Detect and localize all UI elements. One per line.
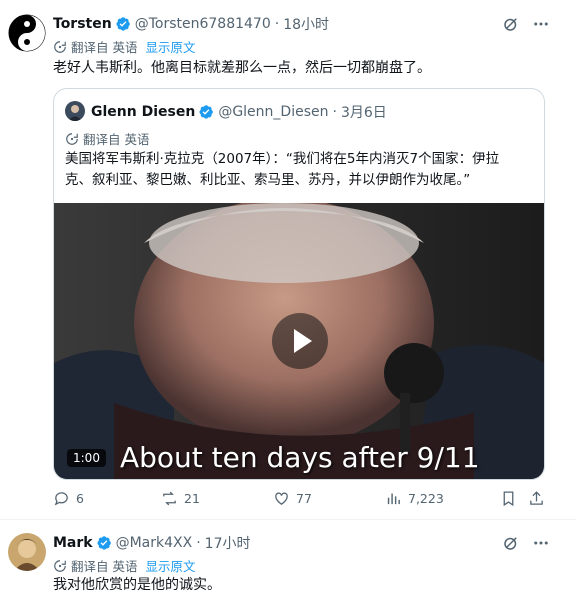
quote-text-line-2: 克、叙利亚、黎巴嫩、利比亚、索马里、苏丹，并以伊朗作为收尾。”: [65, 172, 471, 188]
tweet-time[interactable]: 18小时: [283, 14, 329, 34]
translation-info: 翻译自 英语 显示原文: [53, 556, 196, 575]
reply-icon: [54, 492, 68, 506]
share-button[interactable]: [528, 490, 551, 507]
views-icon: [387, 493, 400, 505]
video-duration: 1:00: [67, 449, 106, 467]
translated-from-label: 翻译自 英语: [71, 559, 138, 574]
more-icon[interactable]: [532, 534, 550, 552]
translated-from-label: 翻译自 英语: [83, 132, 150, 147]
more-icon[interactable]: [532, 15, 550, 33]
translate-icon: [66, 132, 78, 145]
verified-badge-icon[interactable]: [96, 535, 112, 551]
reply-button[interactable]: 6: [53, 490, 84, 507]
tweet-text: 老好人韦斯利。他离目标就差那么一点，然后一切都崩盘了。: [53, 60, 431, 76]
show-original-link[interactable]: 显示原文: [145, 556, 195, 575]
like-button[interactable]: 77: [273, 490, 312, 507]
separator-dot: ·: [274, 16, 280, 32]
yin-yang-avatar-image: [8, 14, 46, 52]
quote-author-handle: @Glenn_Diesen: [218, 104, 329, 120]
verified-badge-icon: [199, 105, 214, 119]
repost-icon: [163, 491, 176, 506]
author-handle[interactable]: @Torsten67881470: [135, 16, 271, 32]
views-button[interactable]: 7,223: [385, 490, 444, 507]
grok-icon[interactable]: [502, 534, 520, 552]
separator-dot: ·: [332, 104, 337, 120]
translate-icon: [54, 559, 66, 572]
translate-icon: [54, 40, 66, 53]
author-name[interactable]: Mark: [53, 535, 93, 551]
mark-avatar-image: [8, 533, 46, 571]
quote-translation-info: 翻译自 英语: [65, 129, 149, 148]
translated-from-label: 翻译自 英语: [71, 40, 138, 55]
repost-count: 21: [184, 491, 200, 506]
tweet[interactable]: Torsten @Torsten67881470 · 18小时 翻译自 英语 显…: [0, 0, 576, 520]
repost-button[interactable]: 21: [161, 490, 200, 507]
avatar[interactable]: [8, 533, 46, 571]
like-count: 77: [296, 491, 312, 506]
quote-author-name: Glenn Diesen: [91, 104, 196, 120]
quote-avatar-image: [65, 101, 85, 121]
grok-icon[interactable]: [502, 15, 520, 33]
quote-header: Glenn Diesen @Glenn_Diesen · 3月6日: [91, 102, 387, 122]
quote-avatar: [65, 101, 85, 121]
play-icon: [294, 329, 312, 353]
tweet-time[interactable]: 17小时: [205, 533, 251, 553]
like-icon: [275, 492, 288, 505]
avatar[interactable]: [8, 14, 46, 52]
share-icon: [530, 491, 543, 505]
tweet-text: 我对他欣赏的是他的诚实。: [53, 577, 221, 593]
views-count: 7,223: [408, 491, 444, 506]
tweet-header: Torsten @Torsten67881470 · 18小时: [53, 14, 329, 34]
reply-count: 6: [76, 491, 84, 506]
video-player[interactable]: 1:00 About ten days after 9/11: [54, 203, 544, 479]
author-handle[interactable]: @Mark4XX: [116, 535, 193, 551]
video-caption: About ten days after 9/11: [120, 441, 480, 474]
tweet-header: Mark @Mark4XX · 17小时: [53, 533, 251, 553]
tweet-actions: 6 21 77 7,223: [53, 490, 553, 510]
author-name[interactable]: Torsten: [53, 16, 112, 32]
quote-time: 3月6日: [340, 105, 387, 121]
quote-text-line-1: 美国将军韦斯利·克拉克（2007年）：“我们将在5年内消灭7个国家：伊拉: [65, 151, 500, 167]
quoted-tweet[interactable]: Glenn Diesen @Glenn_Diesen · 3月6日 翻译自 英语…: [53, 88, 545, 480]
bookmark-button[interactable]: [500, 490, 523, 507]
separator-dot: ·: [196, 535, 201, 551]
play-button[interactable]: [272, 313, 328, 369]
translation-info: 翻译自 英语 显示原文: [53, 37, 196, 56]
bookmark-icon: [503, 491, 514, 507]
verified-badge-icon[interactable]: [115, 16, 131, 32]
show-original-link[interactable]: 显示原文: [145, 37, 195, 56]
